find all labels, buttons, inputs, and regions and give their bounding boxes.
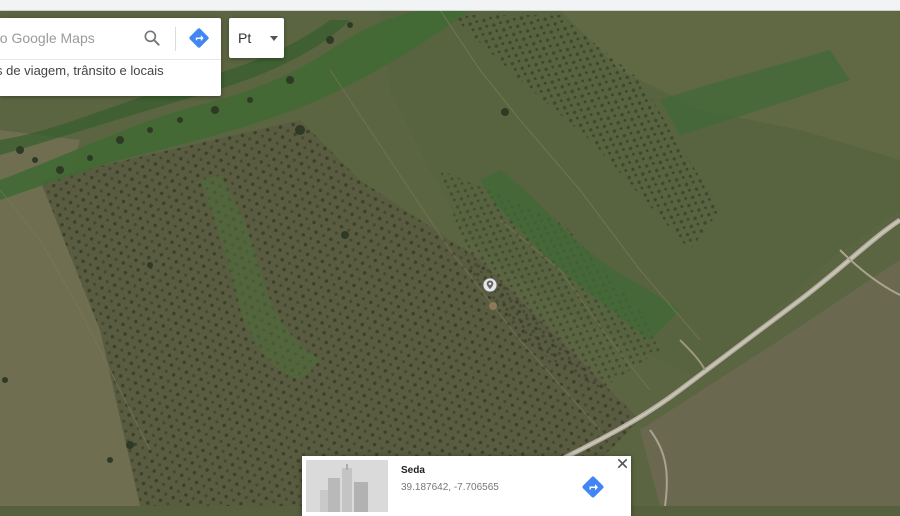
place-pin-icon[interactable]	[482, 277, 498, 295]
place-title: Seda	[401, 465, 425, 476]
search-input[interactable]	[0, 27, 138, 49]
directions-icon[interactable]	[580, 475, 606, 499]
close-icon[interactable]	[616, 457, 629, 470]
directions-icon[interactable]	[188, 27, 210, 49]
search-bar	[0, 18, 221, 60]
browser-top-strip	[0, 0, 900, 11]
search-divider	[175, 27, 176, 51]
search-icon[interactable]	[142, 28, 162, 48]
place-coordinates: 39.187642, -7.706565	[401, 482, 499, 493]
caret-down-icon	[270, 36, 278, 41]
search-hint-text: s de viagem, trânsito e locais	[0, 63, 164, 78]
language-selector[interactable]: Pt	[229, 18, 284, 58]
search-panel: s de viagem, trânsito e locais	[0, 18, 221, 96]
building-thumbnail[interactable]	[306, 460, 388, 512]
language-label: Pt	[238, 30, 252, 46]
